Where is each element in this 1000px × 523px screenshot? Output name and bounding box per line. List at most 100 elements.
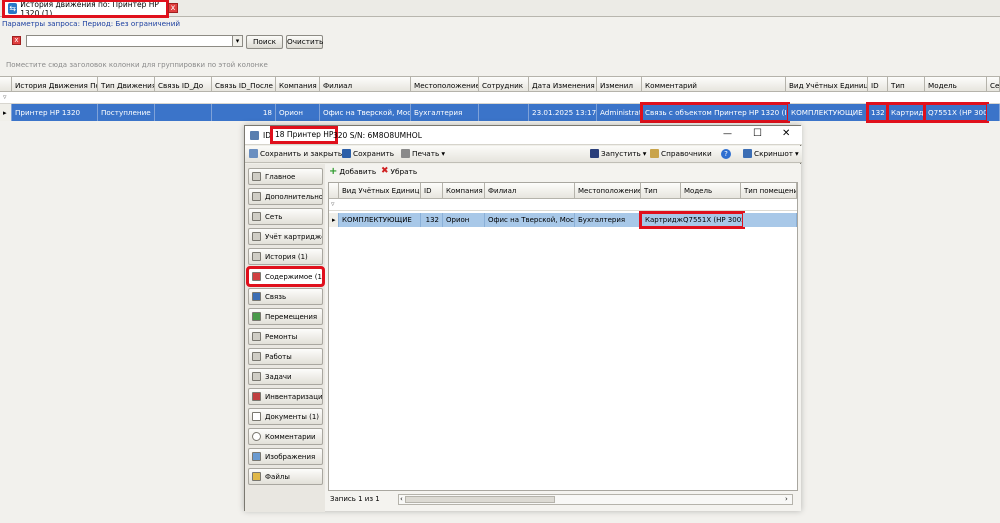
column-header[interactable]: Связь ID_После (212, 76, 276, 92)
run-button[interactable]: Запустить ▾ (590, 149, 646, 158)
type-cell[interactable]: Картридж (886, 102, 927, 123)
close-icon[interactable]: ✕ (782, 128, 790, 139)
column-header[interactable]: Компания (276, 76, 320, 92)
screenshot-button[interactable]: Скриншот ▾ (743, 149, 799, 158)
cell[interactable]: Administrator (597, 104, 642, 121)
column-header[interactable]: Сер (987, 76, 1000, 92)
id-cell[interactable]: 132 (866, 102, 890, 123)
type-value: Картридж (645, 216, 683, 224)
sidebar-item-label: Документы (1) (265, 413, 320, 421)
cell[interactable] (155, 104, 212, 121)
sidebar-item-cartridges[interactable]: Учёт картриджей (248, 228, 323, 245)
cell[interactable]: КОМПЛЕКТУЮЩИЕ (339, 213, 421, 227)
column-header[interactable]: ID (421, 183, 443, 199)
column-header[interactable]: Вид Учётных Единиц (339, 183, 421, 199)
scrollbar-thumb[interactable] (405, 496, 555, 503)
sidebar-item-network[interactable]: Сеть (248, 208, 323, 225)
column-header[interactable]: История Движения По (12, 76, 98, 92)
column-header[interactable]: Дата Изменения (529, 76, 597, 92)
sidebar-item-images[interactable]: Изображения (248, 448, 323, 465)
sidebar-item-repairs[interactable]: Ремонты (248, 328, 323, 345)
column-header[interactable]: Комментарий (642, 76, 786, 92)
sidebar-item-contents[interactable]: Содержимое (1) (246, 266, 325, 287)
column-header[interactable]: Филиал (485, 183, 575, 199)
column-header[interactable]: Тип (888, 76, 925, 92)
column-header[interactable]: Тип Движения (98, 76, 155, 92)
tools-icon (252, 352, 261, 361)
link-icon (252, 292, 261, 301)
cell[interactable]: Офис на Тверской, Москва (320, 104, 411, 121)
column-header[interactable]: Местоположение (575, 183, 641, 199)
references-button[interactable]: Справочники (650, 149, 712, 158)
sidebar-item-history[interactable]: История (1) (248, 248, 323, 265)
cell[interactable]: 132 (421, 213, 443, 227)
column-header[interactable]: Вид Учётных Единиц (786, 76, 868, 92)
cell[interactable]: Бухгалтерия (411, 104, 479, 121)
column-header[interactable]: Тип (641, 183, 681, 199)
column-header[interactable]: Компания (443, 183, 485, 199)
cell[interactable]: Поступление (98, 104, 155, 121)
scroll-right-icon[interactable]: › (785, 495, 788, 503)
add-button[interactable]: + Добавить (329, 167, 376, 177)
sidebar-item-works[interactable]: Работы (248, 348, 323, 365)
cell[interactable]: Орион (276, 104, 320, 121)
help-button[interactable]: ? (721, 149, 731, 159)
grid-filter-row[interactable]: ▿ (329, 199, 797, 211)
sidebar-item-tasks[interactable]: Задачи (248, 368, 323, 385)
tab-movement-history[interactable]: ⇆ История движения по: Принтер HP 1320 (… (2, 0, 169, 18)
column-header[interactable]: Филиал (320, 76, 411, 92)
maximize-icon[interactable]: ☐ (753, 128, 762, 139)
model-cell[interactable]: Q7551X (HP 3005) (923, 102, 989, 123)
sidebar-item-inventories[interactable]: Инвентаризации (248, 388, 323, 405)
search-button[interactable]: Поиск (246, 35, 283, 49)
column-header[interactable]: Сотрудник (479, 76, 529, 92)
comment-cell[interactable]: Связь с объектом Принтер HP 1320 (ID: 18… (640, 102, 790, 123)
table-row[interactable]: ▸ КОМПЛЕКТУЮЩИЕ 132 Орион Офис на Тверск… (329, 211, 797, 229)
minimize-icon[interactable]: — (723, 129, 732, 139)
column-header[interactable]: Изменил (597, 76, 642, 92)
sidebar-item-files[interactable]: Файлы (248, 468, 323, 485)
cell[interactable] (743, 213, 797, 227)
sidebar-item-label: Комментарии (265, 433, 316, 441)
column-header[interactable]: Модель (681, 183, 741, 199)
clear-button[interactable]: Очистить (286, 35, 323, 49)
column-header[interactable]: Модель (925, 76, 987, 92)
save-button[interactable]: Сохранить (342, 149, 394, 158)
sidebar-item-moves[interactable]: Перемещения (248, 308, 323, 325)
filter-icon[interactable]: ▿ (3, 93, 7, 101)
cell[interactable]: Бухгалтерия (575, 213, 641, 227)
sidebar-item-label: История (1) (265, 253, 308, 261)
save-close-button[interactable]: Сохранить и закрыть (249, 149, 342, 158)
cell[interactable]: Принтер HP 1320 (12, 104, 98, 121)
column-header[interactable]: Тип помещения (741, 183, 797, 199)
scroll-left-icon[interactable]: ‹ (400, 495, 403, 503)
column-header[interactable]: Местоположение (411, 76, 479, 92)
remove-button[interactable]: ✖ Убрать (381, 167, 417, 177)
sidebar-item-documents[interactable]: Документы (1) (248, 408, 323, 425)
column-header[interactable]: ID (868, 76, 888, 92)
column-header[interactable]: Связь ID_До (155, 76, 212, 92)
sidebar-item-comments[interactable]: Комментарии (248, 428, 323, 445)
search-input[interactable] (26, 35, 234, 47)
list-icon (252, 192, 261, 201)
table-row[interactable]: ▸ Принтер HP 1320 Поступление 18 Орион О… (0, 102, 1000, 123)
cell[interactable]: Орион (443, 213, 485, 227)
close-icon[interactable]: x (168, 3, 178, 13)
row-indicator-icon: ▸ (0, 104, 12, 121)
filter-icon[interactable]: ▿ (331, 200, 335, 208)
horizontal-scrollbar[interactable]: ‹ › (398, 494, 793, 505)
cell[interactable]: КОМПЛЕКТУЮЩИЕ (788, 104, 868, 121)
cell[interactable] (987, 104, 1000, 121)
cell[interactable] (479, 104, 529, 121)
sidebar-item-link[interactable]: Связь (248, 288, 323, 305)
print-button[interactable]: Печать ▾ (401, 149, 445, 158)
clear-filter-icon[interactable]: x (12, 36, 21, 45)
cell[interactable]: 23.01.2025 13:17:40 (529, 104, 597, 121)
type-model-cell[interactable]: Картридж Q7551X (HP 3005) (639, 211, 745, 229)
cell[interactable]: Офис на Тверской, Москва (485, 213, 575, 227)
sidebar-item-additional[interactable]: Дополнительно (248, 188, 323, 205)
cell[interactable]: 18 (212, 104, 276, 121)
chevron-down-icon[interactable]: ▾ (232, 35, 243, 47)
grid-filter-row[interactable]: ▿ (0, 92, 1000, 104)
sidebar-item-main[interactable]: Главное (248, 168, 323, 185)
